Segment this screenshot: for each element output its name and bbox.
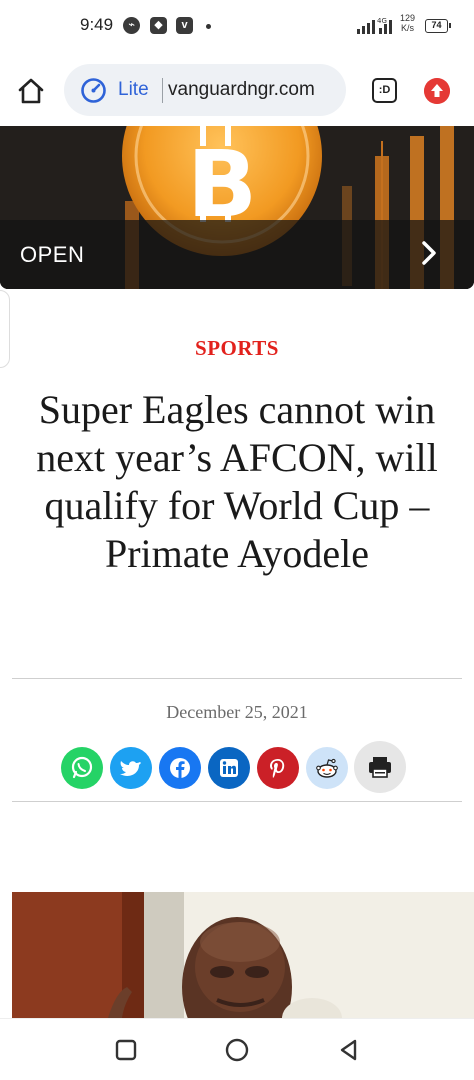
article-hero-image: [12, 892, 474, 1018]
facebook-icon: [170, 758, 190, 778]
signal-icon: 4G: [357, 17, 392, 34]
svg-text:4G: 4G: [377, 17, 387, 25]
divider-top: [12, 678, 462, 679]
system-nav-bar: [0, 1018, 474, 1080]
printer-icon: [369, 757, 391, 778]
home-icon[interactable]: [16, 76, 46, 106]
publish-date: December 25, 2021: [166, 702, 308, 722]
status-bar: 9:49 ⌁ ◆ v 4G 129 K/s 74: [0, 0, 474, 56]
battery-icon: 74: [425, 19, 451, 33]
back-icon[interactable]: [336, 1037, 362, 1063]
ad-banner[interactable]: B OPEN: [0, 126, 474, 289]
tabs-button[interactable]: :D: [372, 78, 397, 103]
lite-mode-label[interactable]: Lite: [118, 79, 149, 101]
reddit-icon: [316, 758, 338, 778]
recents-icon[interactable]: [113, 1037, 139, 1063]
url-text[interactable]: vanguardngr.com: [168, 79, 340, 101]
article-category[interactable]: SPORTS: [0, 336, 474, 361]
whatsapp-icon: [71, 756, 93, 779]
primate-ayodele-photo: [12, 892, 474, 1018]
linkedin-share-button[interactable]: [208, 747, 250, 789]
browser-toolbar: Lite vanguardngr.com :D: [0, 56, 474, 126]
app-icon: ◆: [150, 17, 167, 34]
reddit-share-button[interactable]: [306, 747, 348, 789]
print-button[interactable]: [354, 741, 406, 793]
pinterest-icon: [270, 759, 285, 779]
network-speed: 129 K/s: [400, 13, 415, 33]
linkedin-icon: [220, 759, 238, 777]
messenger-icon: ⌁: [123, 17, 140, 34]
chevron-right-icon[interactable]: [416, 238, 442, 268]
home-nav-icon[interactable]: [224, 1037, 250, 1063]
network-speed-unit: K/s: [401, 23, 415, 33]
vpn-icon: v: [176, 17, 193, 34]
more-notifications-icon: [206, 24, 211, 29]
ad-open-label[interactable]: OPEN: [20, 242, 84, 268]
twitter-share-button[interactable]: [110, 747, 152, 789]
pinterest-share-button[interactable]: [257, 747, 299, 789]
facebook-share-button[interactable]: [159, 747, 201, 789]
speedometer-icon[interactable]: [80, 77, 107, 104]
url-divider: [162, 78, 163, 103]
status-time: 9:49: [80, 15, 114, 34]
network-speed-value: 129: [400, 13, 416, 23]
ad-open-strip[interactable]: OPEN: [0, 220, 474, 289]
divider-bottom: [12, 801, 462, 802]
address-bar[interactable]: Lite vanguardngr.com: [64, 64, 346, 116]
whatsapp-share-button[interactable]: [61, 747, 103, 789]
update-icon[interactable]: [424, 78, 450, 104]
article-headline: Super Eagles cannot win next year’s AFCO…: [36, 387, 438, 576]
twitter-icon: [120, 761, 141, 776]
